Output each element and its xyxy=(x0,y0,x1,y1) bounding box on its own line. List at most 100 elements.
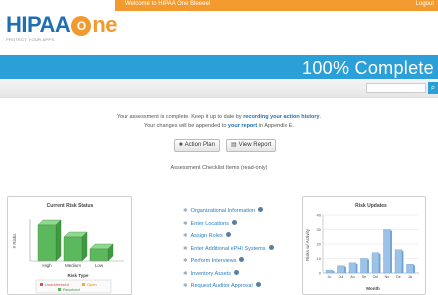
x-axis-label: Risk Type xyxy=(68,273,89,278)
bar xyxy=(360,258,369,274)
checklist-item[interactable]: ✱ Inventory Assets xyxy=(183,269,239,277)
page: HIPAA One PROTECT YOUR APPS Welcome to HI… xyxy=(0,0,438,295)
x-tick-labels: Ju Jul Au Se Oct No De Ja xyxy=(328,275,412,279)
message-text-end: . xyxy=(319,114,322,120)
logo-o-icon: O xyxy=(71,16,92,36)
bullet-icon: ✱ xyxy=(183,270,188,277)
logo-tagline: PROTECT YOUR APPS xyxy=(6,37,55,42)
checklist-item-label: Enter Locations xyxy=(190,220,229,227)
welcome-text: Welcome to HIPAA One Bleeeel xyxy=(125,1,211,7)
x-tick-label: Medium xyxy=(65,263,81,268)
checklist-item-label: Inventory Assets xyxy=(190,270,231,277)
bars-group xyxy=(325,229,415,274)
message-text: Your assessment is complete. Keep it up … xyxy=(116,114,244,120)
bar xyxy=(371,252,381,274)
bullet-icon: ✱ xyxy=(183,245,188,252)
view-report-button[interactable]: ▤ View Report xyxy=(226,139,277,152)
x-tick-label: Au xyxy=(350,275,354,279)
checklist-item[interactable]: ✱ Assign Roles xyxy=(183,232,231,239)
info-icon[interactable] xyxy=(233,269,239,275)
x-tick-label: No xyxy=(385,275,390,279)
x-tick-label: De xyxy=(396,275,401,279)
logout-link[interactable]: Logout xyxy=(416,1,434,7)
x-tick-label: Ju xyxy=(328,275,332,279)
bar xyxy=(37,219,62,262)
y-axis-label: # Risks xyxy=(12,233,17,249)
x-tick-label: High xyxy=(42,263,52,268)
action-plan-button[interactable]: ■ Action Plan xyxy=(174,139,220,152)
message-text-end: in Appendix E. xyxy=(257,123,294,129)
bar xyxy=(406,264,415,274)
bar xyxy=(383,229,392,274)
current-risk-status-chart: Current Risk Status # Risks High Medium Lo… xyxy=(12,203,124,294)
checklist-item-label: Enter Additional ePHI Systems xyxy=(190,245,266,252)
y-axis-label: Risks w/ Activity xyxy=(305,228,310,261)
checklist-item-label: Perform Interviews xyxy=(190,258,237,264)
bullet-icon: ✱ xyxy=(183,233,188,239)
x-tick-label: Ja xyxy=(408,275,412,279)
completion-message-line2: Your changes will be appended to your re… xyxy=(0,123,438,129)
y-tick-label: 30 xyxy=(317,227,322,232)
progress-label: 100% Complete xyxy=(302,58,434,78)
chart-title: Risk Updates xyxy=(355,203,387,209)
y-tick-label: 40 xyxy=(317,213,322,218)
action-plan-label: Action Plan xyxy=(184,142,215,148)
completion-message-line1: Your assessment is complete. Keep it up … xyxy=(0,114,438,120)
checklist-title: Assessment Checklist Items (read-only) xyxy=(170,165,268,171)
welcome-bar: Welcome to HIPAA One Bleeeel Logout xyxy=(115,0,438,11)
bar xyxy=(348,262,358,274)
legend-resolved: Resolved xyxy=(63,287,80,292)
search-button[interactable]: ⌕ xyxy=(428,82,438,94)
legend-swatch-resolved xyxy=(58,288,61,291)
x-tick-label: Oct xyxy=(373,275,379,279)
record-history-link[interactable]: recording your action history xyxy=(243,114,319,120)
checklist-item-label: Assign Roles xyxy=(190,233,223,239)
view-report-label: View Report xyxy=(238,142,272,148)
info-icon[interactable] xyxy=(258,207,264,212)
report-icon: ▤ xyxy=(231,142,237,148)
printer-icon: ■ xyxy=(179,142,183,148)
info-icon[interactable] xyxy=(268,244,274,250)
info-icon[interactable] xyxy=(231,219,237,225)
logo-ne-text: ne xyxy=(92,12,118,37)
message-text: Your changes will be appended to xyxy=(144,123,228,129)
legend-swatch-open xyxy=(82,283,85,286)
risk-updates-chart: Risk Updates Risks w/ Activity 0 10 20 30 40… xyxy=(305,203,419,291)
bar xyxy=(63,231,88,262)
bullet-icon: ✱ xyxy=(183,283,188,289)
chart-title: Current Risk Status xyxy=(47,203,94,209)
search-icon: ⌕ xyxy=(430,83,436,92)
checklist-item[interactable]: ✱ Organizational Information xyxy=(183,207,264,214)
hipaa-one-logo[interactable]: HIPAA One PROTECT YOUR APPS xyxy=(6,12,118,44)
legend-swatch-unaddressed xyxy=(40,283,43,286)
info-icon[interactable] xyxy=(225,232,231,237)
checklist-item[interactable]: ✱ Perform Interviews xyxy=(183,257,245,264)
bars-group xyxy=(37,219,114,262)
y-tick-label: 0 xyxy=(319,271,322,276)
search-input[interactable] xyxy=(366,83,426,93)
checklist-item-label: Organizational Information xyxy=(190,208,256,214)
logo-hipaa-text: HIPAA xyxy=(6,12,71,37)
checklist-item-label: Request Auditor Approval xyxy=(190,283,253,289)
bullet-icon: ✱ xyxy=(183,220,188,227)
y-tick-label: 10 xyxy=(317,256,322,261)
bullet-icon: ✱ xyxy=(183,208,188,214)
x-tick-label: Se xyxy=(362,275,366,279)
bar xyxy=(89,243,114,262)
bar xyxy=(325,269,335,274)
checklist-item[interactable]: ✱ Enter Locations xyxy=(183,219,237,227)
x-tick-label: Low xyxy=(95,263,104,268)
bullet-icon: ✱ xyxy=(183,258,188,264)
checklist-item[interactable]: ✱ Request Auditor Approval xyxy=(183,282,261,289)
info-icon[interactable] xyxy=(255,282,261,287)
legend-open: Open xyxy=(87,282,97,287)
x-axis-label: Month xyxy=(366,286,380,291)
your-report-link[interactable]: your report xyxy=(228,123,257,129)
bar xyxy=(394,249,404,274)
checklist-item[interactable]: ✱ Enter Additional ePHI Systems xyxy=(183,244,274,252)
y-tick-label: 20 xyxy=(317,242,322,247)
x-tick-labels: High Medium Low xyxy=(42,263,104,268)
x-tick-label: Jul xyxy=(339,275,344,279)
info-icon[interactable] xyxy=(239,257,245,262)
risk-updates-panel: Risk Updates Risks w/ Activity 0 10 20 30 40… xyxy=(302,196,426,295)
